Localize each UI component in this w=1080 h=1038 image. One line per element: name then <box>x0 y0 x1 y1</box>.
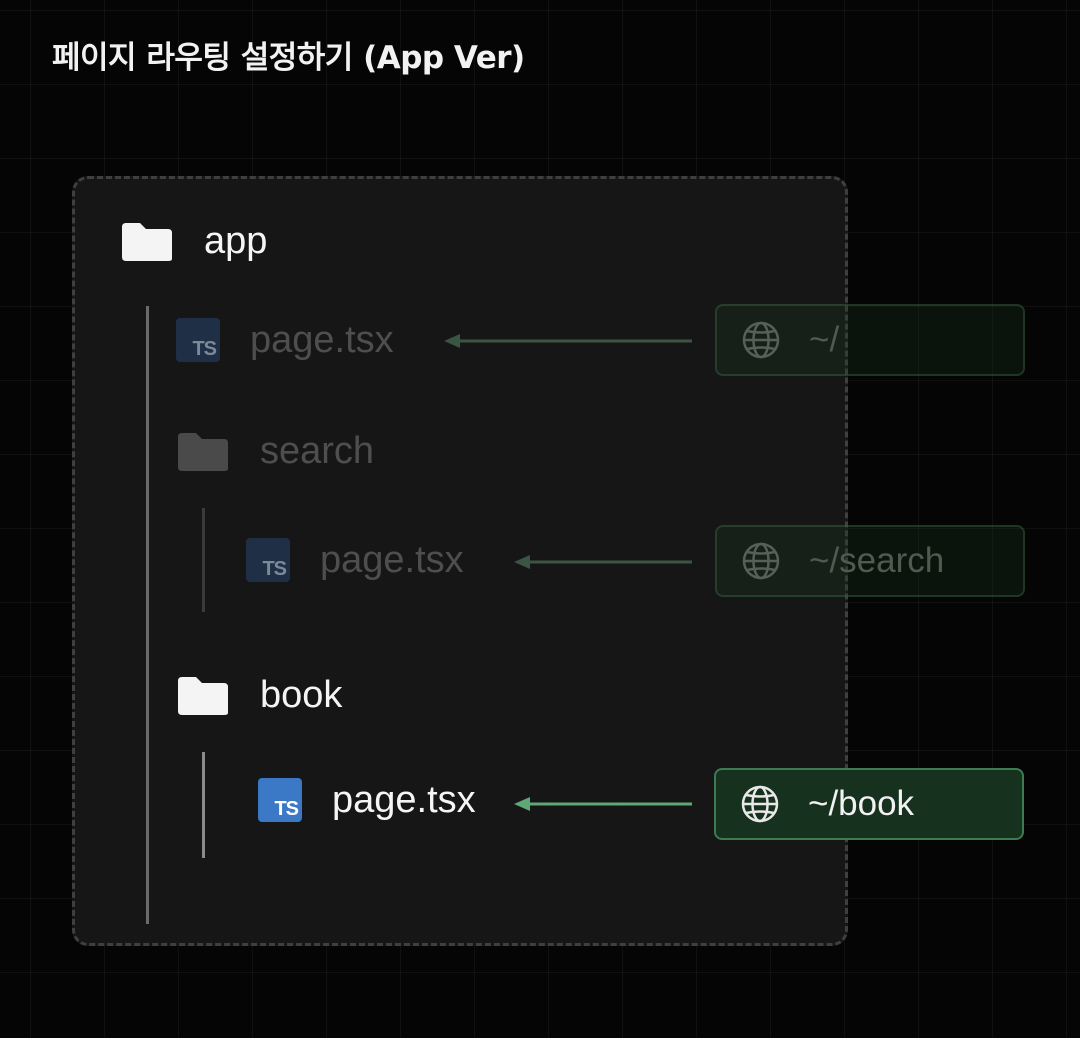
file-label: page.tsx <box>320 538 464 581</box>
route-path: ~/ <box>809 320 840 359</box>
folder-app[interactable]: app <box>120 220 267 263</box>
page-title: 페이지 라우팅 설정하기 (App Ver) <box>52 40 525 76</box>
globe-icon <box>742 321 780 359</box>
route-search[interactable]: ~/search <box>715 525 1025 597</box>
arrow-book <box>514 797 692 811</box>
globe-icon <box>741 785 779 823</box>
folder-book[interactable]: book <box>176 674 342 717</box>
arrow-root <box>444 334 692 348</box>
tree-guide-app <box>146 306 149 924</box>
arrow-search <box>514 555 692 569</box>
globe-icon <box>742 542 780 580</box>
folder-label: app <box>204 220 268 262</box>
folder-search[interactable]: search <box>176 430 374 473</box>
folder-icon <box>178 676 228 715</box>
route-root[interactable]: ~/ <box>715 304 1025 376</box>
route-book[interactable]: ~/book <box>714 768 1024 840</box>
tree-guide-book <box>202 752 205 858</box>
file-book-page[interactable]: TS page.tsx <box>258 778 476 822</box>
file-label: page.tsx <box>332 778 476 821</box>
typescript-icon: TS <box>176 318 220 362</box>
file-root-page[interactable]: TS page.tsx <box>176 318 394 362</box>
folder-icon <box>122 222 172 261</box>
tree-guide-search <box>202 508 205 612</box>
route-path: ~/book <box>808 784 915 823</box>
folder-label: search <box>260 430 375 472</box>
file-label: page.tsx <box>250 318 394 361</box>
typescript-icon: TS <box>246 538 290 582</box>
folder-icon <box>178 432 228 471</box>
folder-label: book <box>260 674 343 716</box>
file-search-page[interactable]: TS page.tsx <box>246 538 464 582</box>
typescript-icon: TS <box>258 778 302 822</box>
route-path: ~/search <box>809 541 945 580</box>
